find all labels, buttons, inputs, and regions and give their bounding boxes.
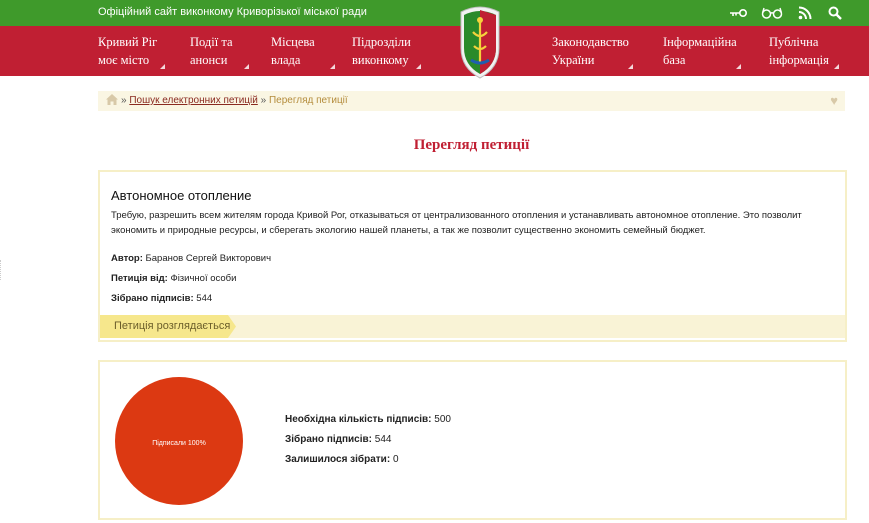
stat-remaining: Залишилося зібрати: 0 bbox=[285, 454, 399, 465]
from-value: Фізичної особи bbox=[170, 273, 237, 284]
petition-from: Петиція від: Фізичної особи bbox=[111, 273, 236, 284]
nav-item-kryvyi-rih[interactable]: Кривий Ріг моє місто bbox=[98, 33, 166, 69]
status-badge: Петиція розглядається bbox=[100, 315, 236, 338]
nav-item-line2: база bbox=[663, 53, 686, 67]
dropdown-corner-icon bbox=[415, 64, 421, 69]
nav-item-events[interactable]: Події та анонси bbox=[190, 33, 249, 69]
key-icon[interactable] bbox=[727, 3, 749, 23]
nav-item-line2: України bbox=[552, 53, 595, 67]
nav-item-information-base[interactable]: Інформаційна база bbox=[663, 33, 741, 69]
required-label: Необхідна кількість підписів: bbox=[285, 414, 432, 425]
petition-text: Требую, разрешить всем жителям города Кр… bbox=[111, 210, 802, 236]
dropdown-corner-icon bbox=[627, 64, 633, 69]
author-value: Баранов Сергей Викторович bbox=[145, 253, 272, 264]
remaining-label: Залишилося зібрати: bbox=[285, 454, 391, 465]
required-value: 500 bbox=[434, 414, 451, 425]
nav-item-line1: Кривий Ріг bbox=[98, 35, 158, 49]
breadcrumb-separator: » bbox=[121, 95, 127, 106]
from-label: Петиція від: bbox=[111, 273, 168, 284]
petition-author: Автор: Баранов Сергей Викторович bbox=[111, 253, 271, 264]
collected-value: 544 bbox=[374, 434, 392, 445]
nav-item-line1: Підрозділи bbox=[352, 35, 411, 49]
nav-item-line1: Публічна bbox=[769, 35, 819, 49]
dropdown-corner-icon bbox=[735, 64, 741, 69]
rss-icon[interactable] bbox=[795, 3, 815, 23]
stat-collected: Зібрано підписів: 544 bbox=[285, 434, 391, 445]
top-bar: Офіційний сайт виконкому Криворізької мі… bbox=[0, 0, 869, 26]
nav-item-line2: інформація bbox=[769, 53, 829, 67]
city-emblem-logo[interactable] bbox=[457, 2, 503, 80]
dropdown-corner-icon bbox=[833, 64, 839, 69]
nav-item-line1: Інформаційна bbox=[663, 35, 737, 49]
signatures-value: 544 bbox=[196, 293, 213, 304]
nav-item-line1: Місцева bbox=[271, 35, 315, 49]
nav-item-line2: виконкому bbox=[352, 53, 409, 67]
status-bar: Петиція розглядається bbox=[100, 315, 845, 338]
author-label: Автор: bbox=[111, 253, 143, 264]
signature-stats-card: Підписали 100% Необхідна кількість підпи… bbox=[98, 360, 847, 520]
nav-item-line2: анонси bbox=[190, 53, 228, 67]
breadcrumb: » Пошук електронних петицій » Перегляд п… bbox=[98, 91, 845, 111]
nav-item-line1: Події та bbox=[190, 35, 233, 49]
nav-item-line2: влада bbox=[271, 53, 301, 67]
petition-signatures: Зібрано підписів: 544 bbox=[111, 293, 212, 304]
search-icon[interactable] bbox=[825, 3, 845, 23]
heart-icon[interactable]: ♥ bbox=[830, 93, 838, 108]
collected-label: Зібрано підписів: bbox=[285, 434, 372, 445]
nav-item-departments[interactable]: Підрозділи виконкому bbox=[352, 33, 421, 69]
breadcrumb-separator: » bbox=[260, 95, 267, 106]
breadcrumb-current: Перегляд петиції bbox=[268, 95, 348, 106]
nav-item-public-information[interactable]: Публічна інформація bbox=[769, 33, 839, 69]
nav-item-line2: моє місто bbox=[98, 53, 150, 67]
status-label: Петиція розглядається bbox=[114, 320, 231, 332]
nav-item-local-government[interactable]: Місцева влада bbox=[271, 33, 335, 69]
site-title: Офіційний сайт виконкому Криворізької мі… bbox=[98, 6, 367, 18]
petition-title: Автономное отопление bbox=[111, 188, 252, 203]
glasses-icon[interactable] bbox=[760, 3, 784, 23]
stat-required: Необхідна кількість підписів: 500 bbox=[285, 414, 451, 425]
remaining-value: 0 bbox=[392, 454, 399, 465]
signatures-pie-chart: Підписали 100% bbox=[115, 377, 243, 505]
breadcrumb-link-petition-search[interactable]: Пошук електронних петицій bbox=[129, 95, 258, 106]
page-edge-divider bbox=[0, 260, 3, 280]
dropdown-corner-icon bbox=[160, 64, 166, 69]
main-navigation: Кривий Ріг моє місто Події та анонси Міс… bbox=[0, 26, 869, 76]
dropdown-corner-icon bbox=[243, 64, 249, 69]
pie-label: Підписали 100% bbox=[152, 439, 206, 447]
nav-item-legislation[interactable]: Законодавство України bbox=[552, 33, 633, 69]
home-icon[interactable] bbox=[106, 94, 118, 108]
dropdown-corner-icon bbox=[329, 64, 335, 69]
signatures-label: Зібрано підписів: bbox=[111, 293, 194, 304]
petition-card: Автономное отопление Требую, разрешить в… bbox=[98, 170, 847, 342]
nav-item-line1: Законодавство bbox=[552, 35, 629, 49]
page-title: Перегляд петиції bbox=[413, 137, 530, 153]
